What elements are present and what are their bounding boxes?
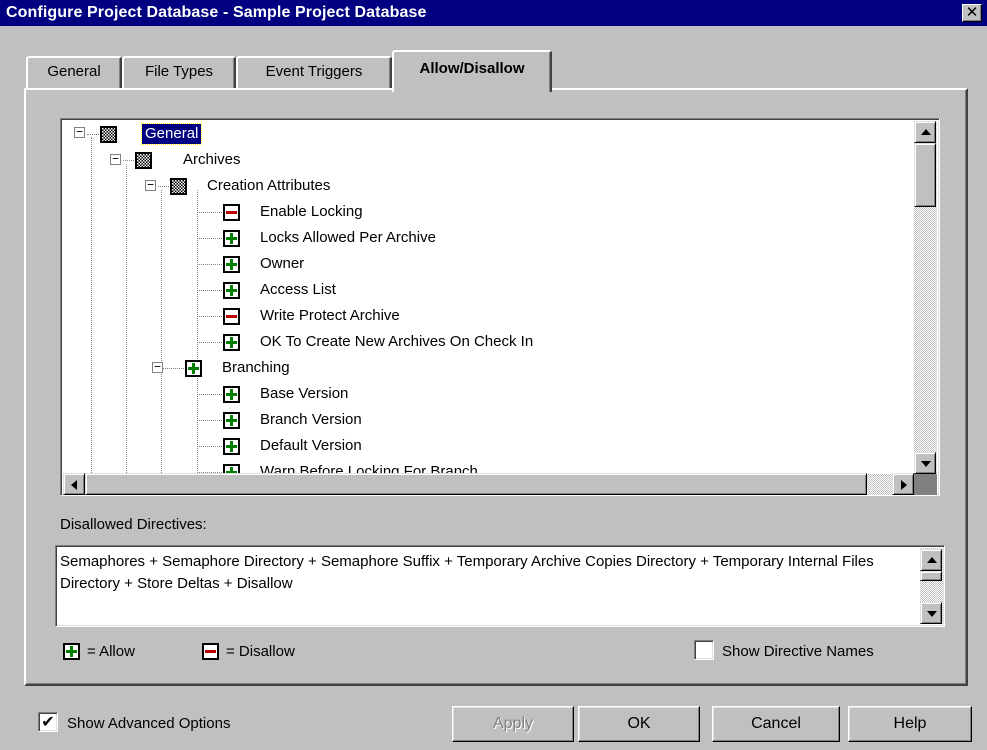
cancel-button[interactable]: Cancel [712, 706, 840, 742]
tree-item-branch-version[interactable]: Branch Version [257, 410, 365, 430]
tree-line [197, 420, 224, 421]
tree-item-access-list[interactable]: Access List [257, 280, 339, 300]
tab-label: General [47, 63, 101, 80]
tree-line [197, 212, 224, 213]
directive-tree[interactable]: − General − Archives − Creation Attribut… [60, 118, 940, 496]
tab-label: Allow/Disallow [419, 60, 525, 77]
collapse-toggle[interactable]: − [152, 361, 163, 373]
tree-line [197, 371, 198, 476]
allow-icon[interactable] [185, 360, 202, 377]
tree-item-locks-allowed[interactable]: Locks Allowed Per Archive [257, 228, 439, 248]
tab-label: Event Triggers [265, 63, 363, 80]
mixed-state-icon [135, 152, 152, 169]
tab-event-triggers[interactable]: Event Triggers [236, 56, 392, 88]
allow-icon[interactable] [223, 412, 240, 429]
disallow-icon[interactable] [223, 308, 240, 325]
tree-item-creation-attributes[interactable]: Creation Attributes [204, 176, 333, 196]
tab-label: File Types [144, 63, 214, 80]
tree-line [91, 137, 92, 476]
tree-item-enable-locking[interactable]: Enable Locking [257, 202, 366, 222]
tree-line [87, 134, 101, 135]
show-advanced-options-checkbox[interactable]: ✔ [38, 712, 58, 732]
tree-item-base-version[interactable]: Base Version [257, 384, 351, 404]
tree-item-archives[interactable]: Archives [180, 150, 244, 170]
scroll-thumb-horizontal[interactable] [85, 473, 867, 495]
tree-line [197, 290, 224, 291]
arrow-right-icon [901, 480, 907, 490]
scroll-up-button[interactable] [914, 121, 936, 143]
checkmark-icon: ✔ [41, 712, 55, 731]
allow-icon[interactable] [223, 282, 240, 299]
tree-content: − General − Archives − Creation Attribut… [63, 121, 914, 476]
disallow-icon[interactable] [223, 204, 240, 221]
arrow-down-icon [921, 461, 931, 467]
tree-item-branching[interactable]: Branching [219, 358, 293, 378]
tree-line [197, 238, 224, 239]
scroll-right-button[interactable] [892, 473, 914, 495]
allow-icon[interactable] [223, 386, 240, 403]
scroll-left-button[interactable] [63, 473, 85, 495]
allow-icon[interactable] [223, 256, 240, 273]
scroll-corner [914, 474, 937, 495]
tree-line [197, 342, 224, 343]
help-button[interactable]: Help [848, 706, 972, 742]
apply-button[interactable]: Apply [452, 706, 574, 742]
tree-item-ok-to-create[interactable]: OK To Create New Archives On Check In [257, 332, 536, 352]
allow-icon[interactable] [223, 230, 240, 247]
arrow-left-icon [71, 480, 77, 490]
tree-item-general[interactable]: General [140, 123, 203, 145]
tree-line [197, 264, 224, 265]
show-advanced-options-label[interactable]: Show Advanced Options [67, 715, 230, 732]
tree-line [197, 316, 224, 317]
tree-item-default-version[interactable]: Default Version [257, 436, 365, 456]
ok-button[interactable]: OK [578, 706, 700, 742]
tree-line [126, 164, 127, 476]
window-title: Configure Project Database - Sample Proj… [6, 4, 427, 21]
mixed-state-icon [100, 126, 117, 143]
tree-item-write-protect[interactable]: Write Protect Archive [257, 306, 403, 326]
tab-general[interactable]: General [26, 56, 122, 88]
arrow-up-icon [921, 129, 931, 135]
close-button[interactable]: ✕ [962, 4, 982, 22]
collapse-toggle[interactable]: − [145, 179, 156, 191]
title-bar: Configure Project Database - Sample Proj… [0, 0, 987, 26]
collapse-toggle[interactable]: − [74, 126, 85, 138]
tree-line [197, 394, 224, 395]
tree-line [197, 446, 224, 447]
scroll-down-button[interactable] [914, 452, 936, 474]
tab-file-types[interactable]: File Types [122, 56, 236, 88]
scroll-thumb[interactable] [914, 143, 936, 207]
allow-icon[interactable] [223, 334, 240, 351]
tree-line [161, 190, 162, 476]
mixed-state-icon [170, 178, 187, 195]
tab-allow-disallow[interactable]: Allow/Disallow [392, 50, 552, 92]
allow-icon[interactable] [223, 438, 240, 455]
close-icon: ✕ [965, 3, 979, 21]
collapse-toggle[interactable]: − [110, 153, 121, 165]
tree-item-owner[interactable]: Owner [257, 254, 307, 274]
